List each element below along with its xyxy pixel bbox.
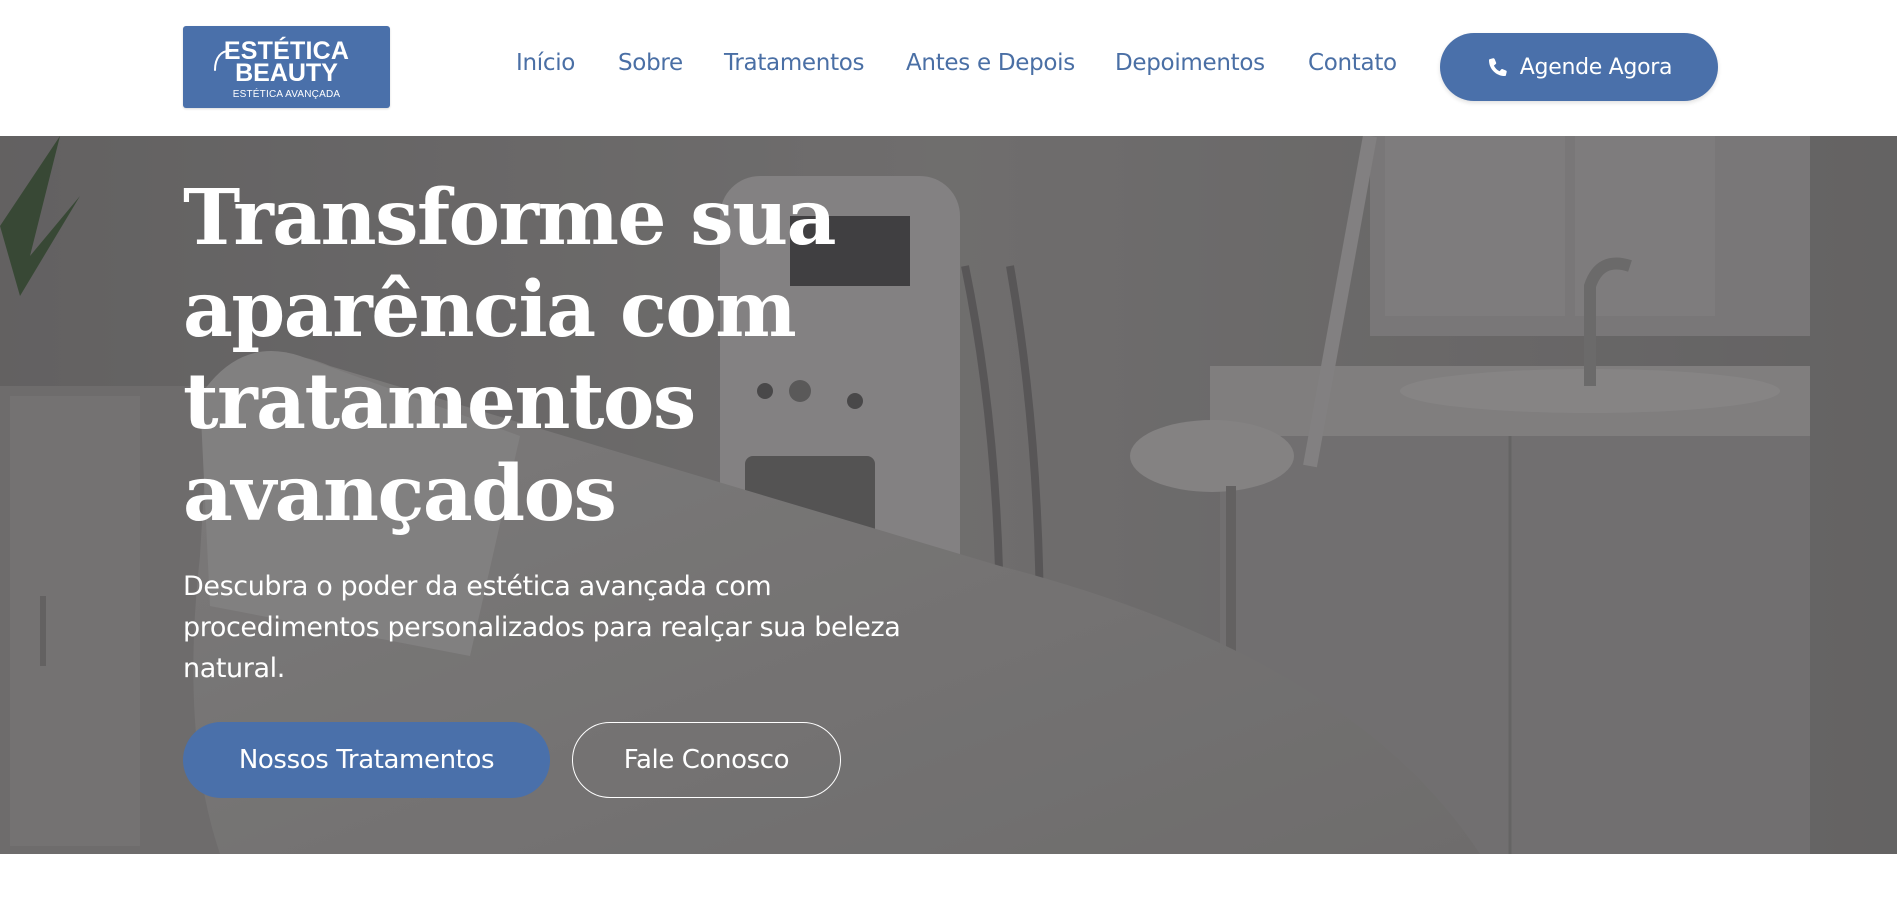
logo-tagline: ESTÉTICA AVANÇADA: [232, 89, 341, 100]
hero-section: Transforme sua aparência com tratamentos…: [0, 136, 1897, 854]
hero-description: Descubra o poder da estética avançada co…: [183, 571, 901, 684]
nav-link-sobre[interactable]: Sobre: [618, 48, 683, 78]
nav-link-depoimentos[interactable]: Depoimentos: [1115, 48, 1265, 78]
hero-title: Transforme sua aparência com tratamentos…: [183, 173, 837, 539]
logo-name-line2: BEAUTY: [235, 59, 338, 87]
nossos-tratamentos-button[interactable]: Nossos Tratamentos: [183, 722, 550, 798]
site-header: ESTÉTICA BEAUTY ESTÉTICA AVANÇADA Início…: [0, 0, 1897, 136]
nav-link-inicio[interactable]: Início: [516, 48, 575, 78]
agende-agora-button[interactable]: Agende Agora: [1440, 33, 1718, 101]
nav-link-contato[interactable]: Contato: [1308, 48, 1397, 78]
nav-link-antes-e-depois[interactable]: Antes e Depois: [906, 48, 1075, 78]
fale-conosco-button[interactable]: Fale Conosco: [572, 722, 841, 798]
nav-link-tratamentos[interactable]: Tratamentos: [724, 48, 865, 78]
brand-logo[interactable]: ESTÉTICA BEAUTY ESTÉTICA AVANÇADA: [183, 26, 390, 108]
phone-icon: [1488, 58, 1507, 76]
agende-agora-label: Agende Agora: [1519, 54, 1673, 80]
